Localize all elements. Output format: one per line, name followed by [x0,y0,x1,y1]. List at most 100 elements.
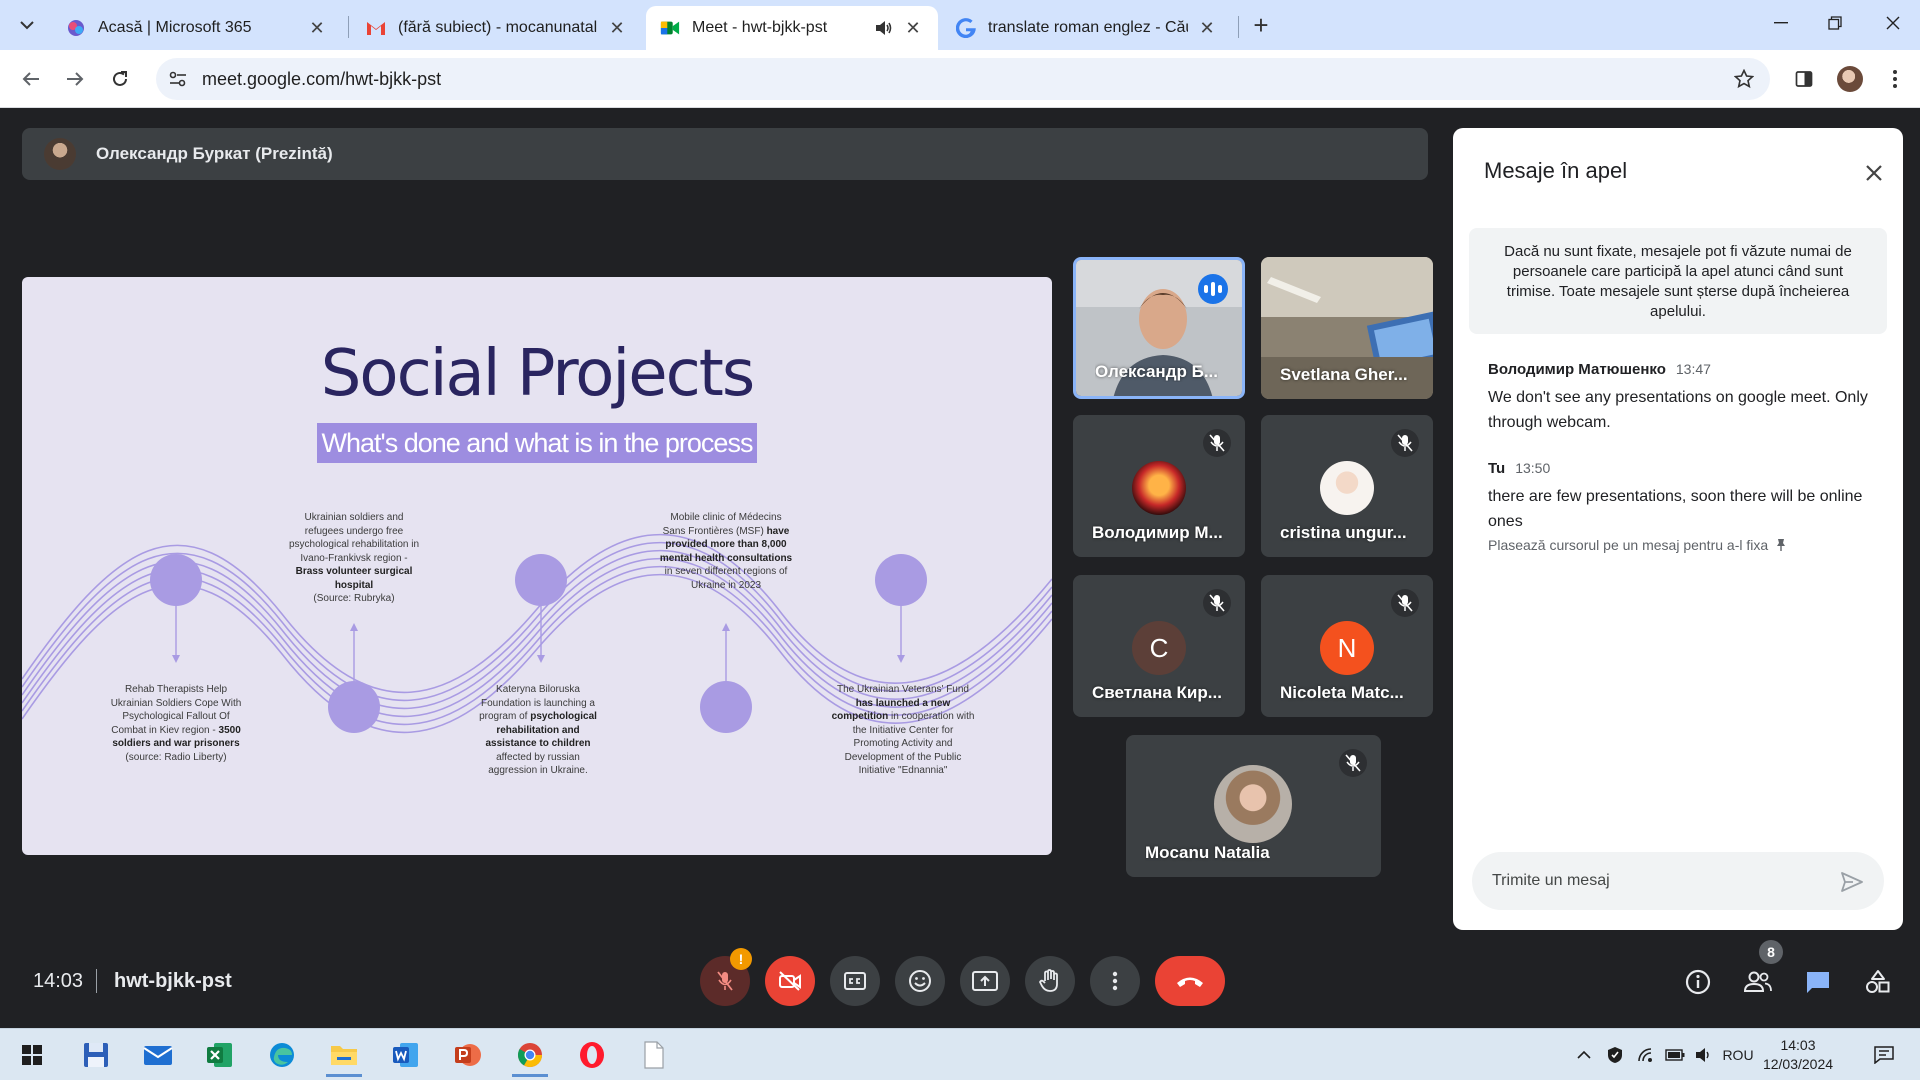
close-chat-button[interactable] [1857,156,1891,190]
tab-microsoft365[interactable]: Acasă | Microsoft 365 ✕ [52,6,342,50]
participant-avatar: N [1320,621,1374,675]
mail-icon [143,1046,173,1065]
taskbar-app-save[interactable] [74,1033,118,1077]
mic-toggle-button[interactable]: ! [700,948,752,1006]
close-window-button[interactable] [1866,0,1920,46]
chat-message-text: We don't see any presentations on google… [1488,389,1868,431]
volume-tray-icon[interactable] [1691,1043,1715,1067]
tab-separator [1238,16,1239,38]
restore-icon [1828,16,1842,30]
back-button[interactable] [14,62,48,96]
slide-text-block-3: Kateryna Biloruska Foundation is launchi… [474,683,602,778]
send-icon [1841,872,1863,892]
mic-off-icon [1203,429,1231,457]
minimize-icon [1774,22,1788,24]
taskbar-app-word[interactable] [384,1033,428,1077]
participant-tile[interactable]: Svetlana Gher... [1261,257,1433,399]
message-time: 13:47 [1675,361,1711,377]
slide-text-part: Mobile clinic of Médecins Sans Frontière… [662,512,782,537]
taskbar-app-edge[interactable] [260,1033,304,1077]
security-tray-icon[interactable] [1603,1043,1627,1067]
speaker-icon[interactable] [872,17,894,39]
tab-title: Meet - hwt-bjkk-pst [692,19,828,36]
browser-menu-button[interactable] [1878,62,1912,96]
reload-button[interactable] [103,62,137,96]
message-time: 13:50 [1515,460,1551,476]
taskbar-app-excel[interactable] [198,1033,242,1077]
slide-text-block-2: Ukrainian soldiers and refugees undergo … [287,511,421,606]
meeting-details-button[interactable] [1678,962,1718,1002]
speaking-indicator-icon [1198,274,1228,304]
taskbar-app-opera[interactable] [570,1033,614,1077]
chevron-down-icon [20,21,34,30]
minimize-button[interactable] [1754,0,1808,46]
participant-tile[interactable]: N Nicoleta Matc... [1261,575,1433,717]
closed-captions-icon [844,972,866,990]
participant-name: Олександр Б... [1095,362,1218,381]
tab-google-search[interactable]: translate roman englez - Căutar ✕ [942,6,1232,50]
url-text: meet.google.com/hwt-bjkk-pst [202,68,442,89]
taskbar-app-mail[interactable] [136,1033,180,1077]
close-icon[interactable]: ✕ [606,17,628,39]
chat-button[interactable] [1798,962,1838,1002]
reactions-button[interactable] [895,956,945,1006]
close-icon[interactable]: ✕ [1196,17,1218,39]
tab-search-button[interactable] [12,10,42,40]
tab-meet[interactable]: Meet - hwt-bjkk-pst ✕ [646,6,938,50]
notification-icon [1874,1046,1894,1064]
chat-message-input[interactable] [1472,852,1884,910]
taskbar-app-chrome[interactable] [508,1033,552,1077]
raise-hand-icon [1039,969,1058,992]
activities-button[interactable] [1858,962,1898,1002]
participant-tile[interactable]: C Светлана Кир... [1073,575,1245,717]
raise-hand-button[interactable] [1025,956,1075,1006]
battery-tray-icon[interactable] [1663,1043,1687,1067]
site-settings-icon[interactable] [160,61,196,97]
taskbar-app-explorer[interactable] [322,1033,366,1077]
camera-toggle-button[interactable] [765,956,815,1006]
notifications-button[interactable] [1870,1043,1898,1067]
send-message-button[interactable] [1834,864,1870,900]
chat-message-text: there are few presentations, soon there … [1488,488,1863,530]
tab-gmail[interactable]: (fără subiect) - mocanunatalia@ ✕ [352,6,642,50]
present-screen-button[interactable] [960,956,1010,1006]
participant-tile-self[interactable]: Mocanu Natalia [1126,735,1381,877]
participant-tile[interactable]: Володимир М... [1073,415,1245,557]
mic-off-icon [1203,589,1231,617]
powerpoint-icon [455,1044,481,1066]
participant-name: Svetlana Gher... [1280,365,1408,384]
captions-button[interactable] [830,956,880,1006]
taskbar-app-powerpoint[interactable] [446,1033,490,1077]
close-icon[interactable]: ✕ [306,17,328,39]
taskbar-clock[interactable]: 14:03 12/03/2024 [1762,1036,1834,1074]
taskbar-app-document[interactable] [632,1033,676,1077]
network-tray-icon[interactable] [1634,1043,1658,1067]
plus-icon: + [1253,9,1269,40]
new-tab-button[interactable]: + [1246,10,1276,40]
input-language-indicator[interactable]: ROU [1720,1043,1756,1067]
forward-button[interactable] [58,62,92,96]
bookmark-star-icon[interactable] [1726,61,1762,97]
address-bar[interactable]: meet.google.com/hwt-bjkk-pst [156,58,1770,100]
side-panel-button[interactable] [1787,62,1821,96]
participant-avatar [1214,765,1292,843]
divider [96,969,97,993]
meet-icon [660,18,680,38]
slide-text-part: in seven different regions of Ukraine in… [664,566,788,591]
pin-hint-text: Plasează cursorul pe un mesaj pentru a-l… [1488,537,1769,553]
windows-logo-icon [22,1045,42,1065]
profile-button[interactable] [1833,62,1867,96]
windows-taskbar: ROU 14:03 12/03/2024 [0,1028,1920,1080]
participant-tile-speaker[interactable]: Олександр Б... [1073,257,1245,399]
slide-title: Social Projects [320,337,755,411]
participant-tile[interactable]: cristina ungur... [1261,415,1433,557]
meeting-code: hwt-bjkk-pst [114,970,232,992]
restore-button[interactable] [1808,0,1862,46]
more-options-button[interactable] [1090,956,1140,1006]
show-hidden-icons-button[interactable] [1572,1043,1596,1067]
close-icon[interactable]: ✕ [902,17,924,39]
start-button[interactable] [10,1033,54,1077]
participant-name: Володимир М... [1092,523,1223,542]
leave-call-button[interactable] [1155,956,1225,1006]
people-button[interactable] [1738,962,1778,1002]
